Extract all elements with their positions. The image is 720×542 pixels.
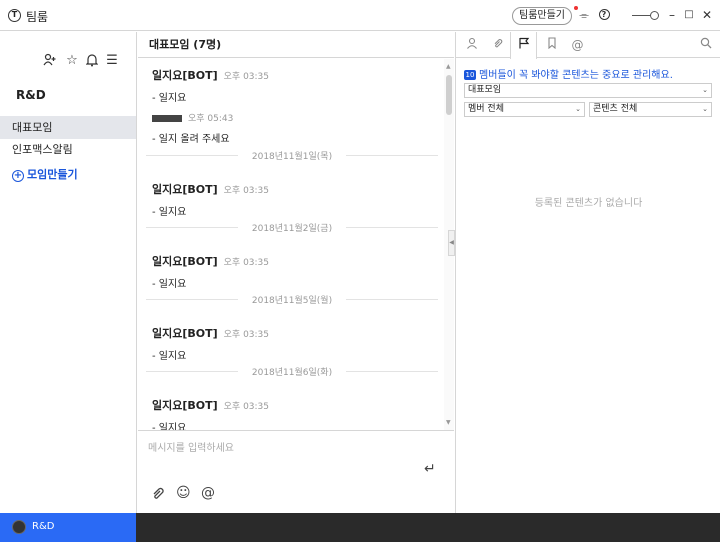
close-icon[interactable]: ✕: [699, 7, 715, 23]
message-sender: 일지요[BOT] 오후 03:35: [152, 399, 270, 412]
message-body: - 일지요: [152, 207, 187, 218]
member-filter-select[interactable]: 멤버 전체 ⌄: [464, 102, 585, 117]
message-body: - 일지요: [152, 279, 187, 290]
message-body: - 일지요: [152, 423, 187, 430]
date-separator: 2018년11월1일(목): [146, 149, 438, 162]
date-separator: 2018년11월2일(금): [146, 221, 438, 234]
at-icon[interactable]: @: [201, 485, 215, 501]
menu-icon[interactable]: ☰: [104, 53, 120, 69]
notice-text: 멤버들이 꼭 봐야할 콘텐츠는 중요로 관리해요.: [479, 70, 673, 81]
flag-icon[interactable]: [510, 32, 537, 59]
make-team-button[interactable]: 팀룸만들기: [512, 7, 572, 25]
message-time: 오후 03:35: [223, 330, 270, 340]
message-list: 일지요[BOT] 오후 03:35 - 일지요 오후 05:43 - 일지 올려 …: [138, 59, 446, 430]
group-select[interactable]: 대표모임 ⌄: [464, 83, 712, 98]
bell-icon[interactable]: [84, 53, 100, 69]
message-sender: 일지요[BOT] 오후 03:35: [152, 69, 270, 82]
panel-tabs: @: [456, 32, 720, 59]
help-icon[interactable]: ?: [596, 7, 612, 23]
attachment-icon[interactable]: [150, 485, 166, 505]
bottom-bar: R&D: [0, 513, 720, 542]
zoom-slider-handle[interactable]: [650, 11, 659, 20]
scroll-thumb[interactable]: [446, 75, 452, 115]
message-item: 일지요[BOT] 오후 03:35 - 일지요: [152, 253, 432, 290]
maximize-icon[interactable]: □: [681, 7, 697, 23]
panel-collapse-handle[interactable]: ◀: [448, 230, 455, 256]
chat-area: 대표모임 (7명) 일지요[BOT] 오후 03:35 - 일지요 오후 05:4…: [138, 32, 454, 513]
chevron-down-icon: ⌄: [702, 86, 708, 94]
add-circle-icon: +: [12, 170, 24, 182]
message-composer[interactable]: 메시지를 입력하세요 ↵ ☺ @: [138, 430, 454, 513]
bell-icon[interactable]: ⌯: [576, 7, 592, 23]
message-time: 오후 03:35: [223, 402, 270, 412]
add-group-label: 모임만들기: [27, 168, 78, 181]
star-icon[interactable]: ☆: [64, 53, 80, 69]
message-sender: 일지요[BOT] 오후 03:35: [152, 327, 270, 340]
scroll-up-icon[interactable]: ▲: [446, 63, 451, 70]
message-body: - 일지 올려 주세요: [152, 134, 230, 145]
content-filter-select[interactable]: 콘텐츠 전체 ⌄: [589, 102, 712, 117]
app-logo-icon: T: [8, 9, 21, 22]
message-sender: 오후 05:43: [152, 111, 432, 124]
person-icon[interactable]: [458, 32, 485, 58]
message-item: 일지요[BOT] 오후 03:35 - 일지요: [152, 325, 432, 362]
bottom-team-button[interactable]: R&D: [0, 513, 136, 542]
add-user-icon[interactable]: [42, 53, 58, 69]
message-time: 오후 03:35: [223, 258, 270, 268]
team-avatar: [12, 520, 26, 534]
sidebar-item-main-group[interactable]: 대표모임: [0, 116, 136, 139]
minimize-icon[interactable]: –: [664, 7, 680, 23]
sidebar-item-infomax-alert[interactable]: 인포맥스알림: [0, 138, 136, 161]
send-icon[interactable]: ↵: [424, 461, 436, 477]
message-item: 일지요[BOT] 오후 03:35 - 일지요: [152, 181, 432, 218]
message-item: 일지요[BOT] 오후 03:35 - 일지요: [152, 67, 432, 104]
notice-badge: 10: [464, 70, 476, 80]
chevron-down-icon: ⌄: [575, 105, 581, 113]
date-separator: 2018년11월6일(화): [146, 365, 438, 378]
message-input[interactable]: 메시지를 입력하세요: [148, 439, 234, 454]
message-body: - 일지요: [152, 351, 187, 362]
notification-dot: [574, 6, 578, 10]
message-time: 오후 03:35: [223, 72, 270, 82]
message-item: 오후 05:43 - 일지 올려 주세요: [152, 111, 432, 145]
bookmark-icon[interactable]: [538, 32, 565, 58]
at-icon[interactable]: @: [564, 32, 591, 58]
message-time: 오후 05:43: [188, 114, 234, 124]
team-name: R&D: [16, 88, 46, 102]
attachment-icon[interactable]: [484, 32, 511, 58]
chevron-down-icon: ⌄: [702, 105, 708, 113]
scroll-down-icon[interactable]: ▼: [446, 419, 451, 426]
important-notice: 10 멤버들이 꼭 봐야할 콘텐츠는 중요로 관리해요.: [464, 66, 673, 81]
sidebar: ☆ ☰ R&D 대표모임 인포맥스알림 + 모임만들기: [0, 32, 137, 513]
emoji-icon[interactable]: ☺: [176, 485, 191, 501]
title-bar: T 팀룸 팀룸만들기 ⌯ ? – □ ✕: [0, 0, 720, 31]
add-group-button[interactable]: + 모임만들기: [12, 166, 78, 182]
bottom-team-label: R&D: [32, 521, 55, 532]
message-body: - 일지요: [152, 93, 187, 104]
date-separator: 2018년11월5일(월): [146, 293, 438, 306]
empty-state-text: 등록된 콘텐츠가 없습니다: [534, 198, 643, 209]
message-sender: 일지요[BOT] 오후 03:35: [152, 255, 270, 268]
search-icon[interactable]: [692, 32, 719, 58]
app-title: 팀룸: [26, 10, 49, 24]
message-sender: 일지요[BOT] 오후 03:35: [152, 183, 270, 196]
content-panel: @ 10 멤버들이 꼭 봐야할 콘텐츠는 중요로 관리해요. 대표모임 ⌄ 멤버 전…: [455, 32, 720, 513]
chat-title: 대표모임 (7명): [138, 32, 454, 58]
redacted-name: [152, 114, 182, 122]
message-item: 일지요[BOT] 오후 03:35 - 일지요: [152, 397, 432, 430]
message-time: 오후 03:35: [223, 186, 270, 196]
